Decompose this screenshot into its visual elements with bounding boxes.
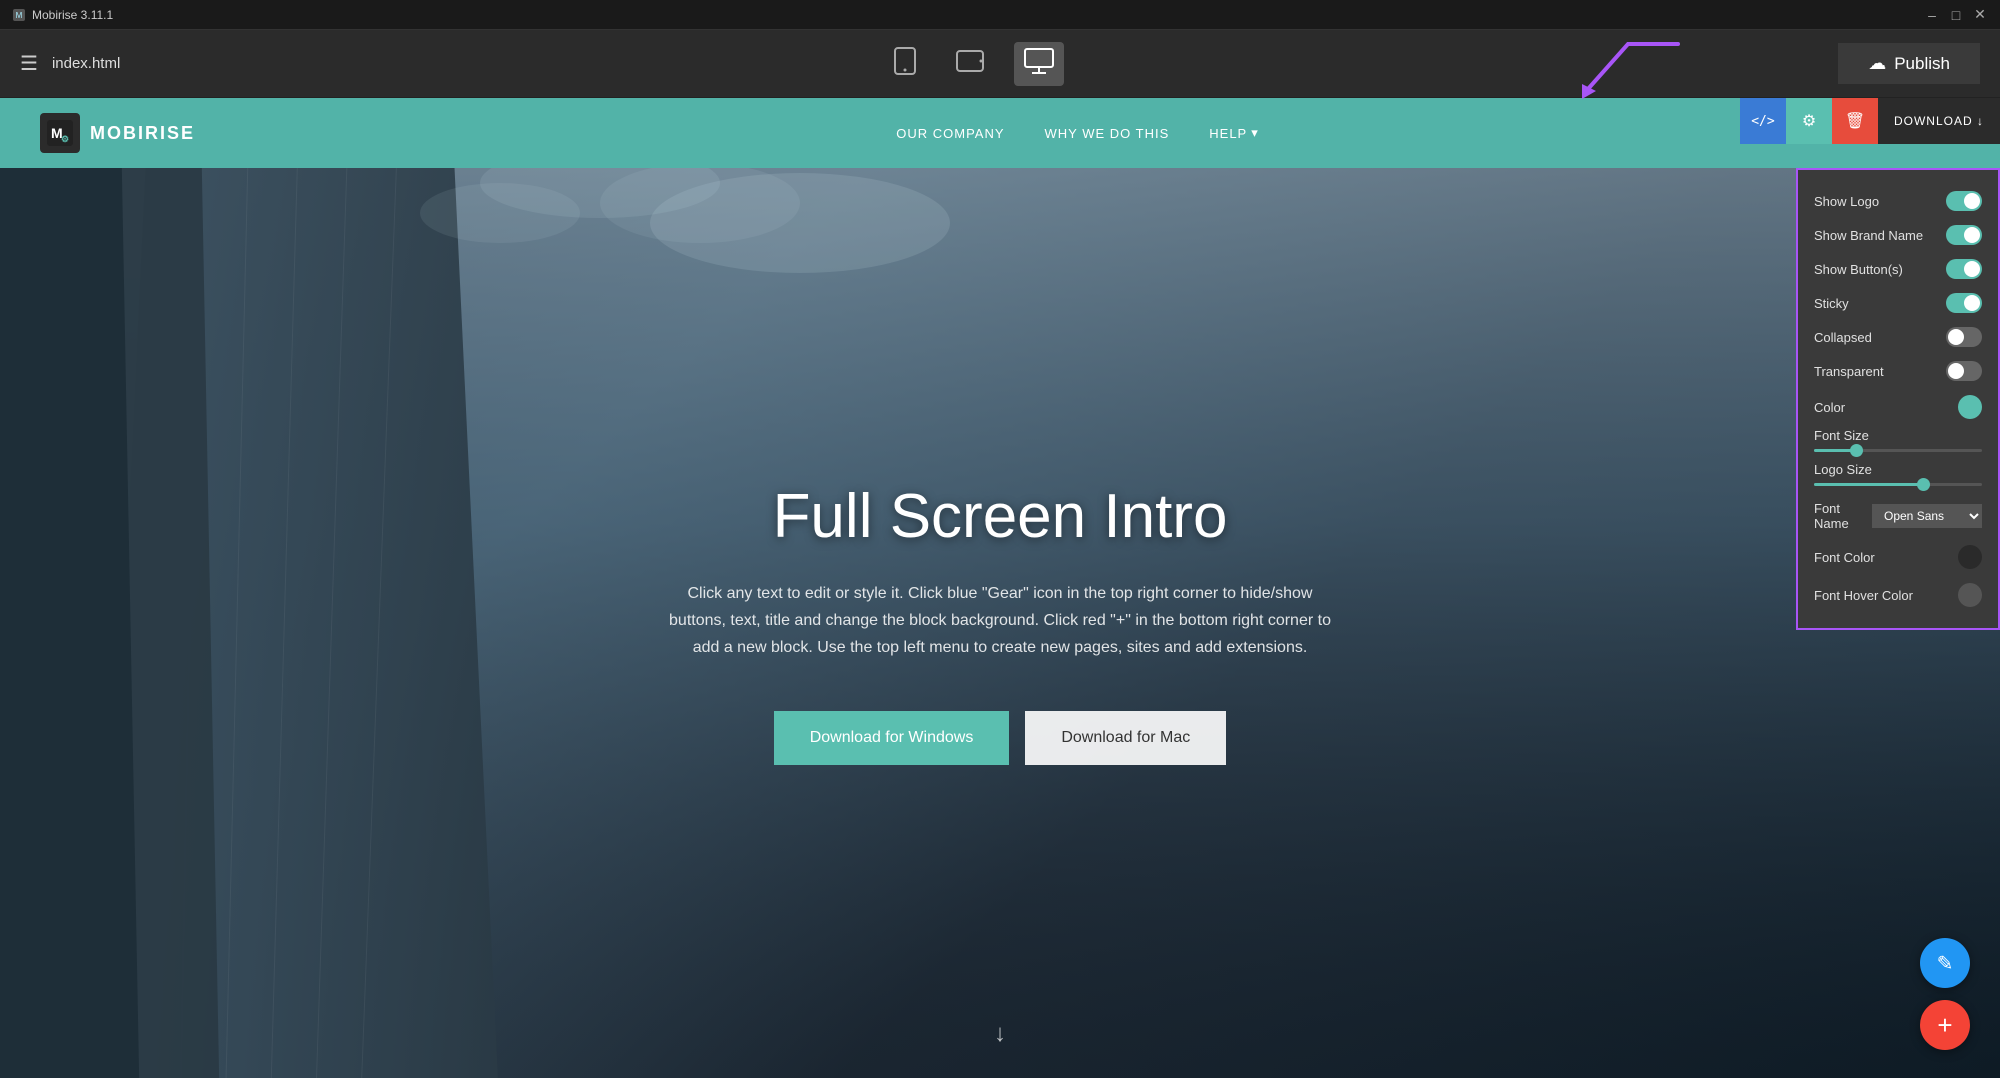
settings-panel-wrapper: Show Logo Show Brand Name Show Button(s)… — [1796, 168, 2000, 630]
collapsed-label: Collapsed — [1814, 330, 1938, 345]
hero-title: Full Screen Intro — [660, 481, 1340, 552]
font-name-select[interactable]: Open Sans Roboto Lato — [1872, 504, 1982, 528]
main-content: M⚙ MOBIRISE OUR COMPANY WHY WE DO THIS H… — [0, 98, 2000, 1078]
sticky-toggle[interactable] — [1946, 293, 1982, 313]
show-brand-name-label: Show Brand Name — [1814, 228, 1938, 243]
tablet-device-button[interactable] — [946, 44, 994, 84]
hero-subtitle: Click any text to edit or style it. Clic… — [660, 580, 1340, 662]
setting-font-hover-color: Font Hover Color — [1798, 576, 1998, 614]
scroll-indicator: ↓ — [994, 1020, 1006, 1048]
font-size-track[interactable] — [1814, 449, 1982, 452]
svg-text:⚙: ⚙ — [61, 134, 69, 144]
font-color-swatch[interactable] — [1958, 545, 1982, 569]
hero-section: Full Screen Intro Click any text to edit… — [0, 168, 2000, 1078]
code-icon: </> — [1751, 114, 1774, 129]
transparent-label: Transparent — [1814, 364, 1938, 379]
site-nav-links: OUR COMPANY WHY WE DO THIS HELP ▾ — [896, 125, 1259, 141]
logo-size-track[interactable] — [1814, 483, 1982, 486]
logo-box: M⚙ — [40, 113, 80, 153]
setting-show-brand-name: Show Brand Name — [1798, 218, 1998, 252]
add-icon: + — [1937, 1012, 1952, 1038]
cloud-icon: ☁ — [1868, 53, 1886, 74]
setting-font-name: Font Name Open Sans Roboto Lato — [1798, 494, 1998, 538]
settings-gear-button[interactable]: ⚙ — [1786, 98, 1832, 144]
setting-sticky: Sticky — [1798, 286, 1998, 320]
logo-size-fill — [1814, 483, 1923, 486]
publish-label: Publish — [1894, 54, 1950, 74]
file-name-label: index.html — [52, 55, 120, 72]
show-logo-label: Show Logo — [1814, 194, 1938, 209]
toolbar-left: ☰ index.html — [20, 51, 120, 76]
site-toolbar-overlay: </> ⚙ 🗑 DOWNLOAD ↓ — [1740, 98, 2000, 144]
setting-font-color: Font Color — [1798, 538, 1998, 576]
collapsed-toggle[interactable] — [1946, 327, 1982, 347]
setting-collapsed: Collapsed — [1798, 320, 1998, 354]
mobile-device-button[interactable] — [884, 41, 926, 87]
nav-link-help[interactable]: HELP ▾ — [1209, 125, 1259, 141]
publish-button[interactable]: ☁ Publish — [1838, 43, 1980, 84]
setting-color: Color — [1798, 388, 1998, 426]
hamburger-menu-icon[interactable]: ☰ — [20, 51, 38, 76]
download-mac-button[interactable]: Download for Mac — [1025, 711, 1226, 765]
show-buttons-toggle[interactable] — [1946, 259, 1982, 279]
logo-size-slider-container: Logo Size — [1798, 460, 1998, 494]
site-download-label: DOWNLOAD ↓ — [1878, 98, 2000, 144]
svg-text:M: M — [16, 11, 23, 20]
setting-show-buttons: Show Button(s) — [1798, 252, 1998, 286]
font-hover-color-label: Font Hover Color — [1814, 588, 1950, 603]
transparent-toggle[interactable] — [1946, 361, 1982, 381]
site-navbar: M⚙ MOBIRISE OUR COMPANY WHY WE DO THIS H… — [0, 98, 2000, 168]
window-title: M Mobirise 3.11.1 — [12, 8, 113, 22]
device-switcher — [884, 41, 1064, 87]
font-hover-color-swatch[interactable] — [1958, 583, 1982, 607]
delete-icon: 🗑 — [1845, 111, 1865, 131]
dropdown-arrow-icon: ▾ — [1251, 125, 1259, 141]
logo-size-label: Logo Size — [1814, 462, 1982, 477]
minimize-button[interactable]: – — [1924, 7, 1940, 23]
show-logo-toggle[interactable] — [1946, 191, 1982, 211]
site-logo: M⚙ MOBIRISE — [40, 113, 195, 153]
nav-link-our-company[interactable]: OUR COMPANY — [896, 126, 1004, 141]
sticky-label: Sticky — [1814, 296, 1938, 311]
font-name-label: Font Name — [1814, 501, 1872, 531]
window-controls: – □ ✕ — [1924, 7, 1988, 23]
edit-icon: ✎ — [1937, 951, 1954, 976]
download-windows-button[interactable]: Download for Windows — [774, 711, 1010, 765]
nav-link-why-we-do[interactable]: WHY WE DO THIS — [1045, 126, 1170, 141]
show-brand-name-toggle[interactable] — [1946, 225, 1982, 245]
window-chrome: M Mobirise 3.11.1 – □ ✕ — [0, 0, 2000, 30]
font-color-label: Font Color — [1814, 550, 1950, 565]
color-swatch[interactable] — [1958, 395, 1982, 419]
font-size-thumb[interactable] — [1850, 444, 1863, 457]
toolbar-right: ☁ Publish — [1828, 43, 1980, 84]
font-size-slider-container: Font Size — [1798, 426, 1998, 460]
code-editor-button[interactable]: </> — [1740, 98, 1786, 144]
maximize-button[interactable]: □ — [1948, 7, 1964, 23]
purple-arrow-icon — [1568, 34, 1688, 104]
delete-section-button[interactable]: 🗑 — [1832, 98, 1878, 144]
website-preview: M⚙ MOBIRISE OUR COMPANY WHY WE DO THIS H… — [0, 98, 2000, 1078]
desktop-device-button[interactable] — [1014, 42, 1064, 86]
hero-text-container: Full Screen Intro Click any text to edit… — [640, 461, 1360, 786]
show-buttons-label: Show Button(s) — [1814, 262, 1938, 277]
settings-panel: Show Logo Show Brand Name Show Button(s)… — [1798, 170, 1998, 628]
app-toolbar: ☰ index.html ☁ Publish — [0, 30, 2000, 98]
close-button[interactable]: ✕ — [1972, 7, 1988, 23]
color-label: Color — [1814, 400, 1950, 415]
gear-icon: ⚙ — [1802, 111, 1816, 131]
fab-edit-button[interactable]: ✎ — [1920, 938, 1970, 988]
app-icon: M — [12, 8, 26, 22]
fab-add-button[interactable]: + — [1920, 1000, 1970, 1050]
setting-show-logo: Show Logo — [1798, 184, 1998, 218]
site-brand-name: MOBIRISE — [90, 123, 195, 144]
font-size-label: Font Size — [1814, 428, 1982, 443]
window-title-text: Mobirise 3.11.1 — [32, 8, 113, 22]
setting-transparent: Transparent — [1798, 354, 1998, 388]
logo-size-thumb[interactable] — [1917, 478, 1930, 491]
hero-buttons: Download for Windows Download for Mac — [660, 711, 1340, 765]
